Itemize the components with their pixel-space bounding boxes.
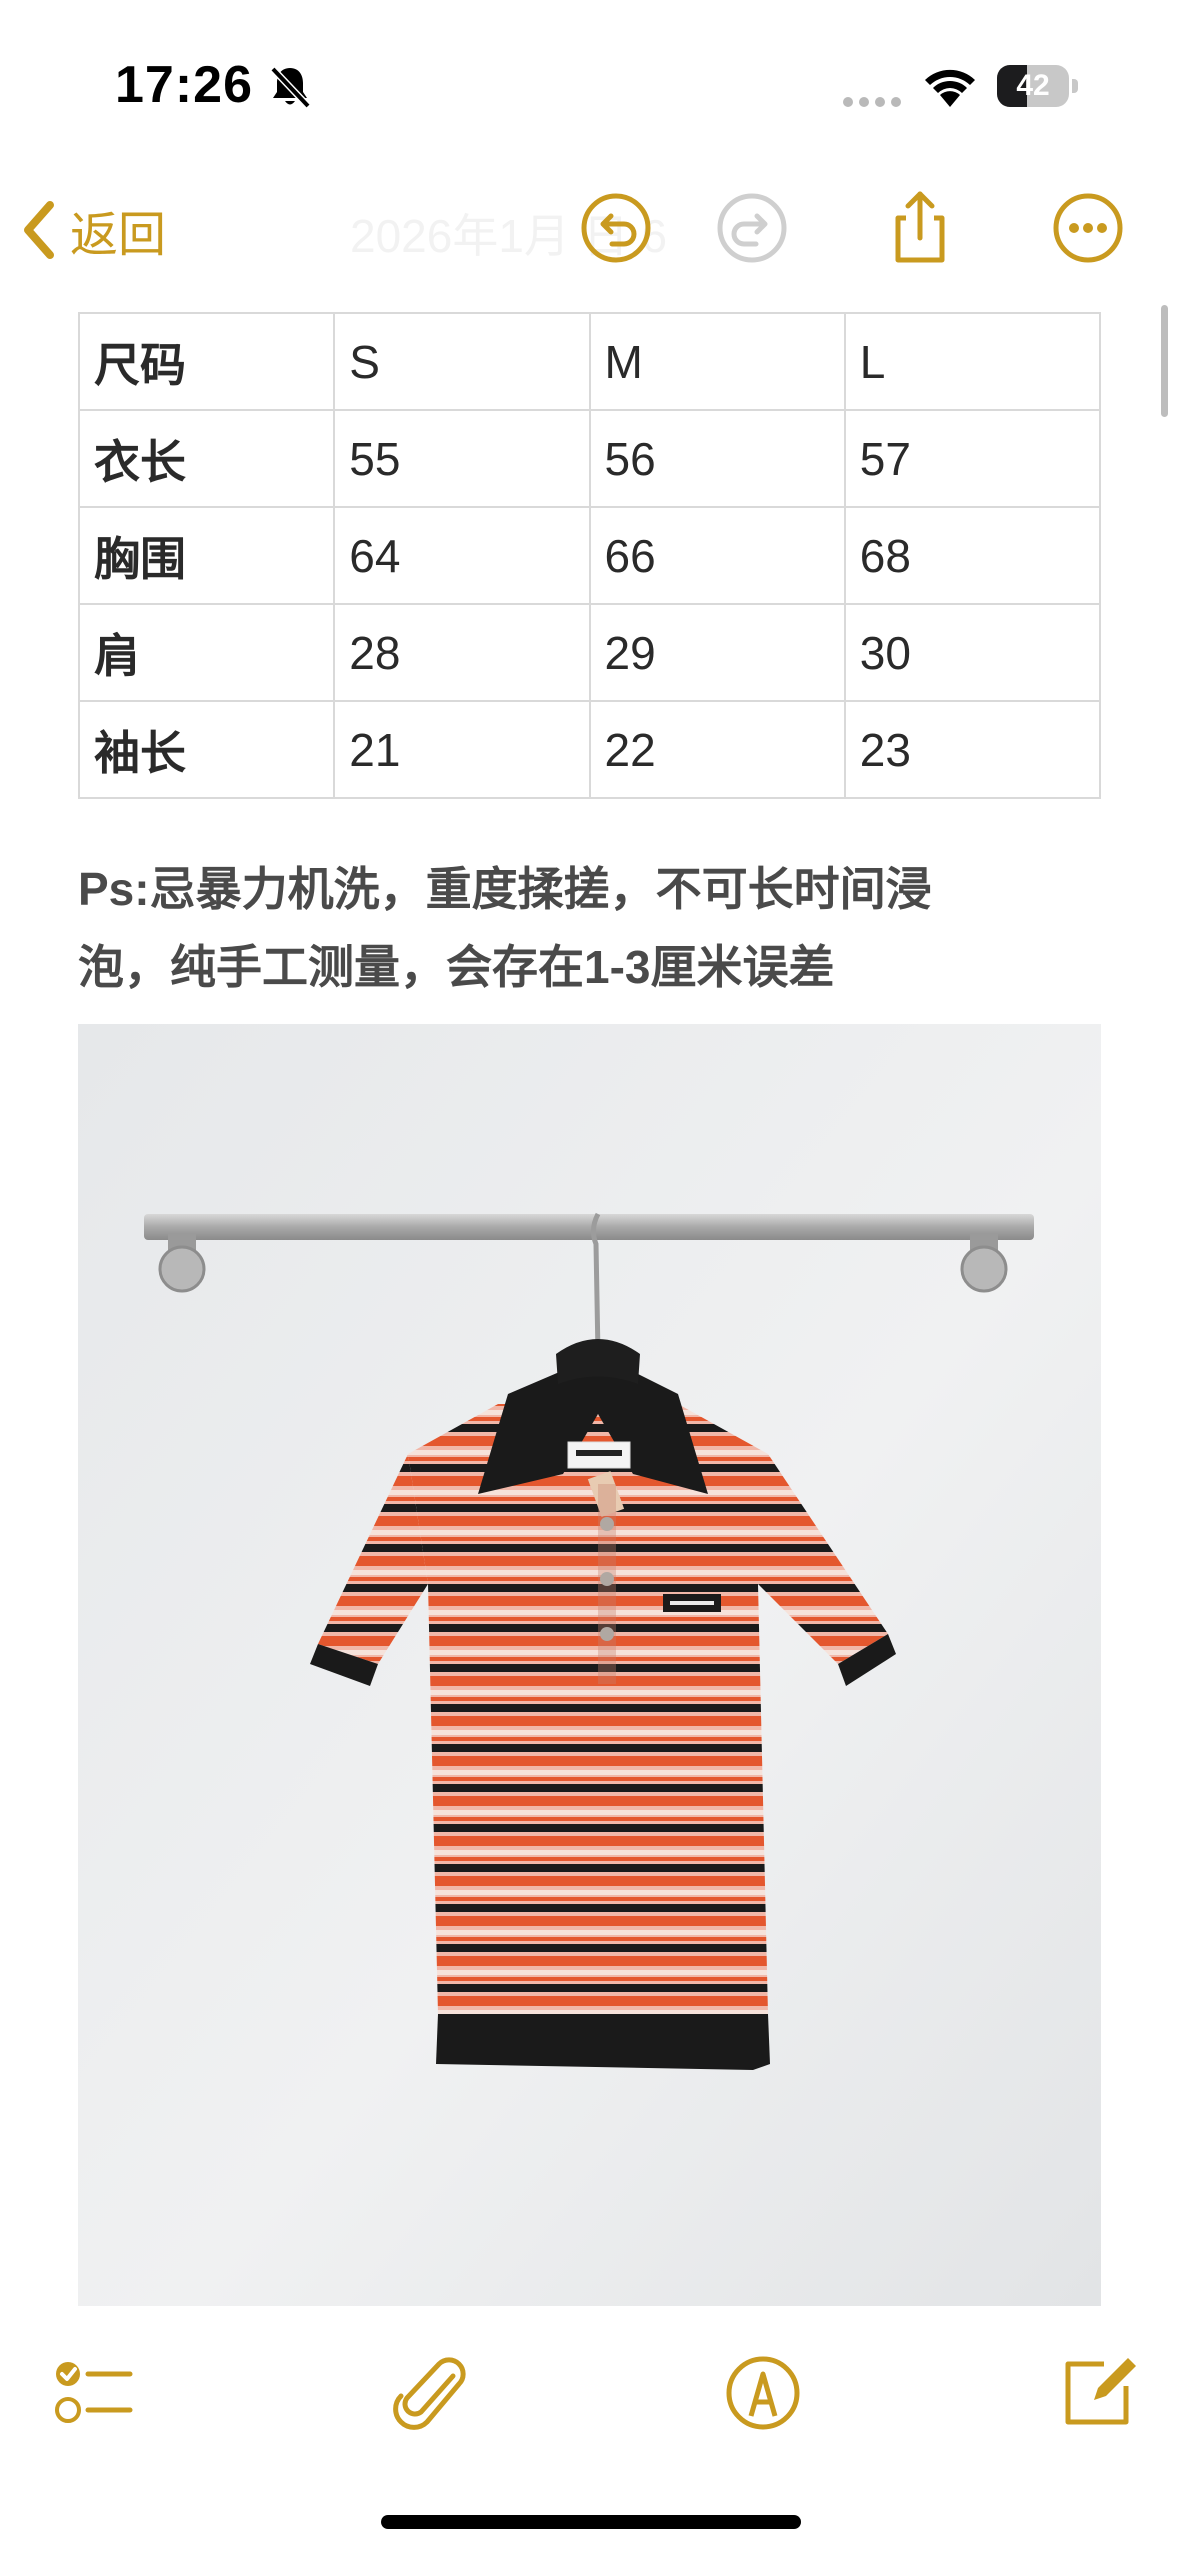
- checklist-icon[interactable]: [50, 2350, 136, 2436]
- table-cell: 56: [588, 409, 846, 508]
- battery-level: 42: [1016, 69, 1050, 102]
- compose-icon[interactable]: [1054, 2350, 1140, 2436]
- care-note-line: 泡，纯手工测量，会存在1-3厘米误差: [78, 941, 835, 993]
- signal-dots-icon: [843, 97, 901, 107]
- table-cell: 66: [588, 506, 846, 605]
- table-row: 胸围 64 66 68: [77, 506, 1102, 605]
- chevron-left-icon: [24, 201, 54, 259]
- paperclip-icon[interactable]: [385, 2350, 471, 2436]
- table-header-cell: L: [843, 312, 1102, 411]
- table-header-row: 尺码 S M L: [77, 312, 1102, 411]
- status-bar: 17:26 42: [0, 0, 1179, 170]
- bottom-toolbar: [0, 2340, 1179, 2450]
- table-row: 袖长 21 22 23: [77, 700, 1102, 799]
- battery-icon: 42: [997, 65, 1079, 109]
- home-indicator[interactable]: [381, 2515, 801, 2529]
- size-table: 尺码 S M L 衣长 55 56 57 胸围 64 66 68 肩 28 29…: [77, 312, 1102, 799]
- redo-icon[interactable]: [712, 188, 792, 268]
- table-row: 衣长 55 56 57: [77, 409, 1102, 508]
- share-icon[interactable]: [880, 188, 960, 268]
- table-cell: 21: [333, 700, 591, 799]
- table-row-label: 衣长: [77, 409, 336, 508]
- table-cell: 29: [588, 603, 846, 702]
- table-row: 肩 28 29 30: [77, 603, 1102, 702]
- table-header-cell: M: [588, 312, 846, 411]
- table-header-cell: S: [333, 312, 591, 411]
- undo-icon[interactable]: [576, 188, 656, 268]
- back-button[interactable]: 返回: [22, 195, 166, 265]
- care-note: Ps:忌暴力机洗，重度揉搓，不可长时间浸 泡，纯手工测量，会存在1-3厘米误差: [78, 850, 1108, 1006]
- table-cell: 23: [843, 700, 1102, 799]
- status-time: 17:26: [115, 56, 253, 114]
- table-cell: 68: [843, 506, 1102, 605]
- care-note-line: Ps:忌暴力机洗，重度揉搓，不可长时间浸: [78, 863, 932, 915]
- more-icon[interactable]: [1048, 188, 1128, 268]
- table-cell: 30: [843, 603, 1102, 702]
- striped-polo-shirt-image: [78, 1024, 1101, 2306]
- wifi-icon: [925, 69, 975, 107]
- table-row-label: 肩: [77, 603, 336, 702]
- markup-pen-icon[interactable]: [720, 2350, 806, 2436]
- back-label: 返回: [70, 209, 167, 262]
- table-row-label: 袖长: [77, 700, 336, 799]
- table-header-cell: 尺码: [77, 312, 336, 411]
- bell-slash-icon: [270, 66, 311, 109]
- scroll-indicator[interactable]: [1161, 305, 1168, 417]
- table-cell: 64: [333, 506, 591, 605]
- table-cell: 57: [843, 409, 1102, 508]
- product-photo[interactable]: [78, 1024, 1101, 2306]
- table-cell: 22: [588, 700, 846, 799]
- table-row-label: 胸围: [77, 506, 336, 605]
- table-cell: 55: [333, 409, 591, 508]
- table-cell: 28: [333, 603, 591, 702]
- nav-bar: 返回 2026年1月 日 6: [0, 170, 1179, 285]
